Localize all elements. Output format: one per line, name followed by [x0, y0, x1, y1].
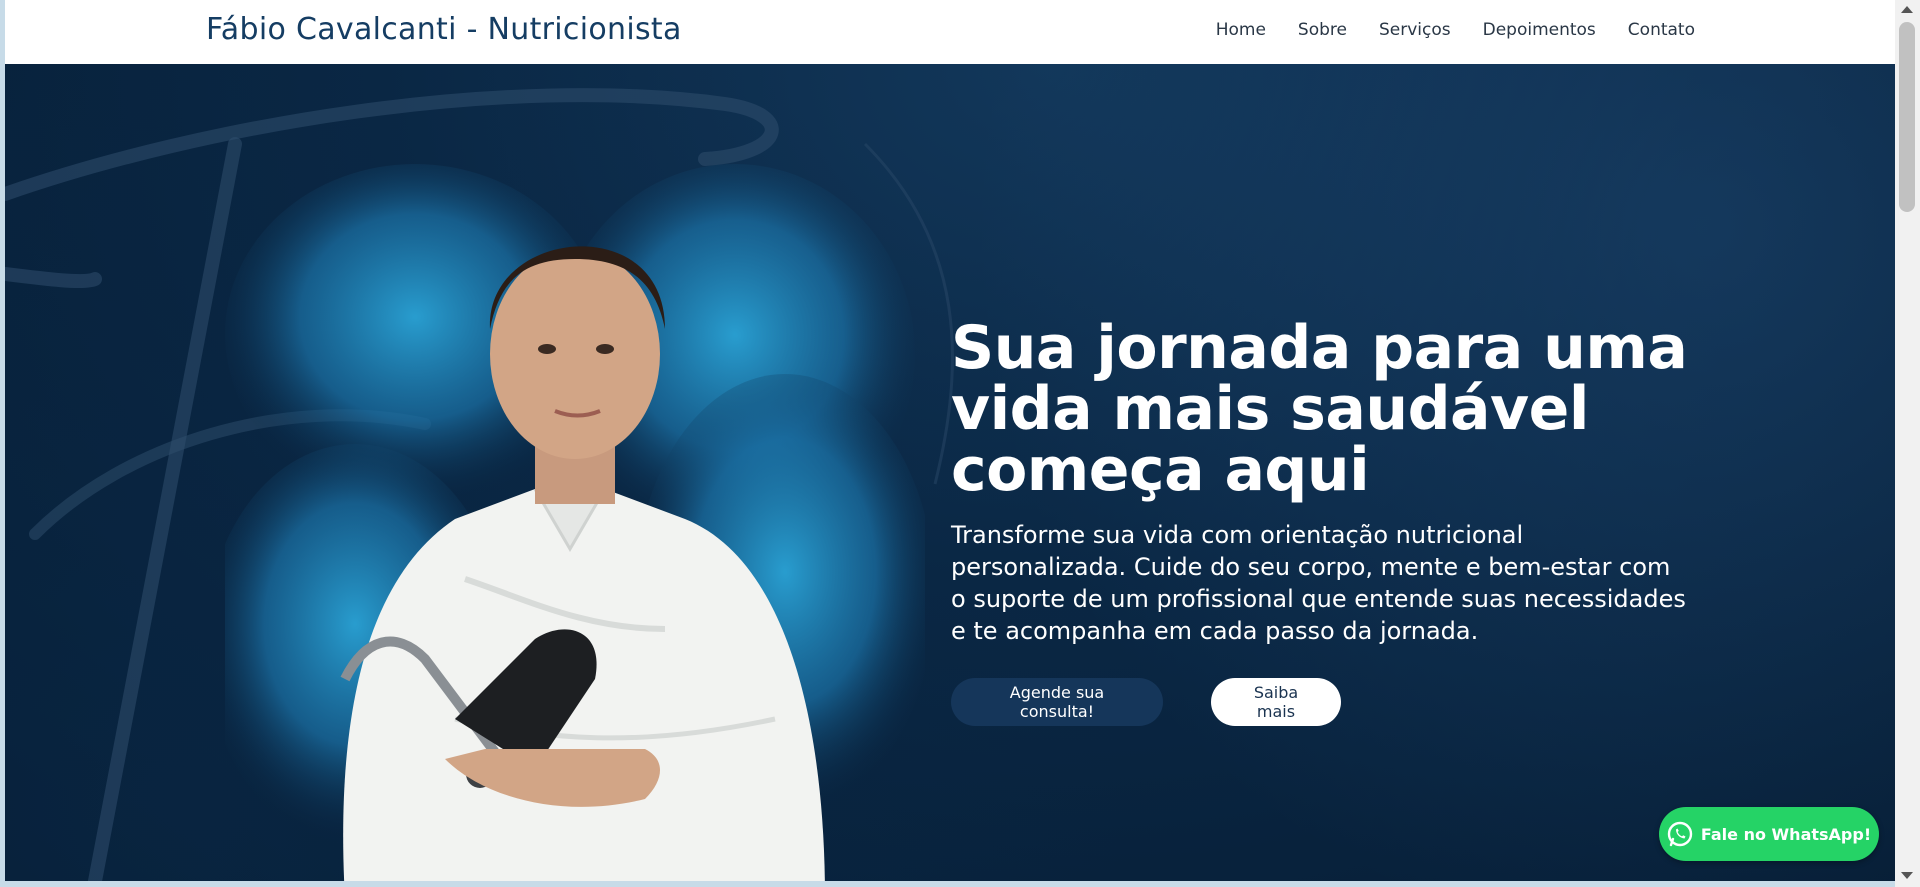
scroll-thumb[interactable] — [1899, 22, 1915, 212]
nav-link-sobre[interactable]: Sobre — [1298, 20, 1347, 40]
nav-link-servicos[interactable]: Serviços — [1379, 20, 1451, 40]
hero-content: Sua jornada para uma vida mais saudável … — [951, 318, 1711, 647]
navbar: Fábio Cavalcanti - Nutricionista Home So… — [5, 0, 1895, 65]
scroll-down-arrow-icon[interactable] — [1901, 872, 1913, 879]
hero-cta-row: Agende sua consulta! Saiba mais — [951, 678, 1341, 726]
hero-subtitle: Transforme sua vida com orientação nutri… — [951, 521, 1686, 645]
whatsapp-button[interactable]: Fale no WhatsApp! — [1659, 807, 1879, 861]
nav-link-depoimentos[interactable]: Depoimentos — [1483, 20, 1596, 40]
vertical-scrollbar[interactable] — [1895, 0, 1920, 887]
whatsapp-label: Fale no WhatsApp! — [1700, 824, 1872, 844]
brand-title[interactable]: Fábio Cavalcanti - Nutricionista — [206, 12, 682, 47]
learn-more-button[interactable]: Saiba mais — [1211, 678, 1341, 726]
whatsapp-icon — [1667, 821, 1693, 847]
hero-section: Sua jornada para uma vida mais saudável … — [5, 64, 1895, 881]
nav-link-home[interactable]: Home — [1216, 20, 1266, 40]
scroll-up-arrow-icon[interactable] — [1901, 6, 1913, 13]
nav-link-contato[interactable]: Contato — [1628, 20, 1695, 40]
hero-title: Sua jornada para uma vida mais saudável … — [951, 313, 1688, 505]
window-frame-bottom — [0, 881, 1895, 887]
schedule-consultation-button[interactable]: Agende sua consulta! — [951, 678, 1163, 726]
browser-viewport: Fábio Cavalcanti - Nutricionista Home So… — [5, 0, 1895, 881]
nav-links: Home Sobre Serviços Depoimentos Contato — [1216, 20, 1695, 40]
nutritionist-photo — [340, 246, 825, 881]
